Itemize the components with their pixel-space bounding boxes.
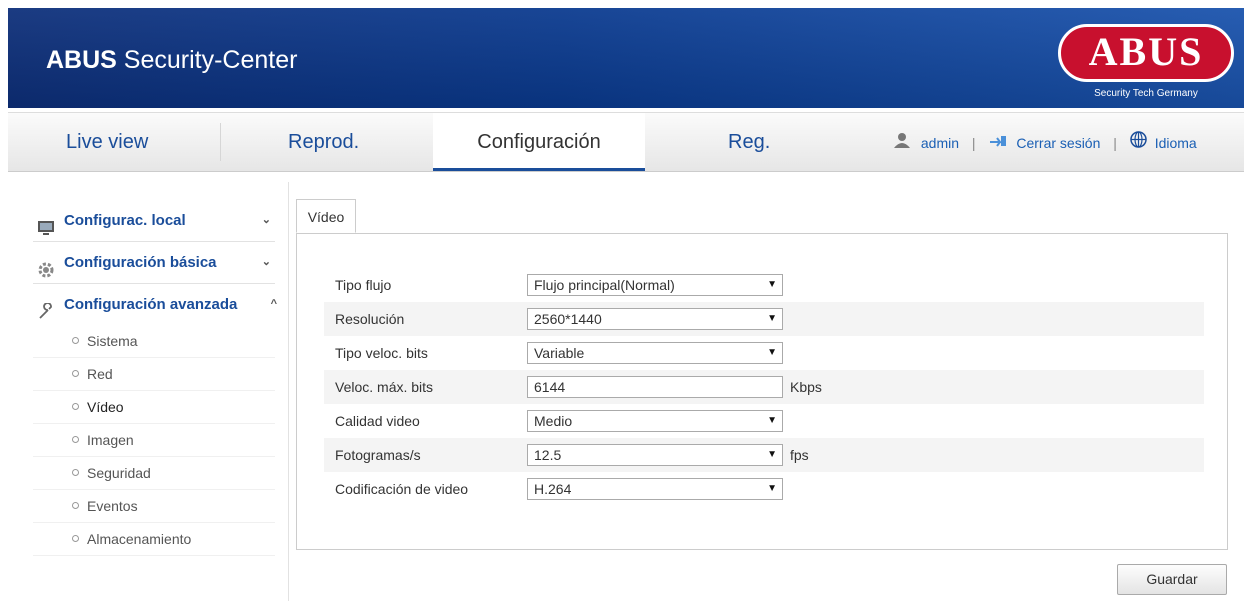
- user-icon: [893, 114, 911, 172]
- user-bar: admin | Cerrar sesión | Idioma: [893, 113, 1197, 171]
- veloc-max-bits-input[interactable]: 6144: [527, 376, 783, 398]
- bullet-icon: [72, 370, 79, 377]
- language-link[interactable]: Idioma: [1155, 135, 1197, 151]
- sidebar-item-imagen[interactable]: Imagen: [33, 424, 275, 457]
- sidebar-divider: [288, 182, 289, 601]
- logout-icon[interactable]: [988, 114, 1008, 172]
- video-settings-panel: Tipo flujo Flujo principal(Normal) ▼ Reso…: [296, 233, 1228, 550]
- tab-live-view[interactable]: Live view: [66, 113, 148, 171]
- bullet-icon: [72, 469, 79, 476]
- bullet-icon: [72, 535, 79, 542]
- fotogramas-select[interactable]: 12.5 ▼: [527, 444, 783, 466]
- gear-icon: [37, 254, 55, 278]
- chevron-down-icon[interactable]: ⌄: [262, 242, 271, 283]
- sidebar-group-configurac-local[interactable]: Configurac. local ⌄: [33, 200, 275, 242]
- sidebar-item-video[interactable]: Vídeo: [33, 391, 275, 424]
- dropdown-arrow-icon: ▼: [767, 313, 777, 324]
- sidebar-item-almacenamiento[interactable]: Almacenamiento: [33, 523, 275, 556]
- dropdown-arrow-icon: ▼: [767, 415, 777, 426]
- username-label[interactable]: admin: [921, 135, 959, 151]
- dropdown-arrow-icon: ▼: [767, 279, 777, 290]
- calidad-video-select[interactable]: Medio ▼: [527, 410, 783, 432]
- unit-label: fps: [790, 447, 809, 463]
- abus-logo: ABUS Security Tech Germany: [1058, 22, 1236, 108]
- field-row-resolucion: Resolución 2560*1440 ▼: [324, 302, 1204, 336]
- field-row-fotogramas: Fotogramas/s 12.5 ▼ fps: [324, 438, 1204, 472]
- content-tabbar: Vídeo: [296, 199, 1228, 234]
- dropdown-arrow-icon: ▼: [767, 483, 777, 494]
- codificacion-select[interactable]: H.264 ▼: [527, 478, 783, 500]
- app-title: ABUS Security-Center: [46, 46, 298, 74]
- logout-link[interactable]: Cerrar sesión: [1016, 135, 1100, 151]
- tipo-veloc-bits-select[interactable]: Variable ▼: [527, 342, 783, 364]
- sidebar-item-red[interactable]: Red: [33, 358, 275, 391]
- tab-reprod[interactable]: Reprod.: [288, 113, 359, 171]
- chevron-up-icon[interactable]: ^: [271, 284, 277, 325]
- globe-icon[interactable]: [1130, 114, 1147, 172]
- sidebar-item-eventos[interactable]: Eventos: [33, 490, 275, 523]
- main-nav: Live view Reprod. Configuración Reg. adm…: [8, 112, 1244, 172]
- sidebar-group-configuracion-avanzada[interactable]: Configuración avanzada ^: [33, 284, 277, 325]
- chevron-down-icon[interactable]: ⌄: [262, 200, 271, 241]
- bullet-icon: [72, 436, 79, 443]
- field-row-tipo-flujo: Tipo flujo Flujo principal(Normal) ▼: [324, 268, 1204, 302]
- field-row-veloc-max-bits: Veloc. máx. bits 6144 Kbps: [324, 370, 1204, 404]
- resolucion-select[interactable]: 2560*1440 ▼: [527, 308, 783, 330]
- dropdown-arrow-icon: ▼: [767, 347, 777, 358]
- unit-label: Kbps: [790, 379, 822, 395]
- bullet-icon: [72, 502, 79, 509]
- header-banner: ABUS Security-Center ABUS Security Tech …: [8, 8, 1244, 108]
- dropdown-arrow-icon: ▼: [767, 449, 777, 460]
- computer-icon: [37, 212, 55, 235]
- bullet-icon: [72, 403, 79, 410]
- field-row-calidad-video: Calidad video Medio ▼: [324, 404, 1204, 438]
- sidebar-item-sistema[interactable]: Sistema: [33, 325, 275, 358]
- save-button[interactable]: Guardar: [1117, 564, 1227, 595]
- tab-video[interactable]: Vídeo: [296, 199, 356, 233]
- sidebar: Configurac. local ⌄ Configuración básica…: [33, 200, 277, 556]
- field-row-codificacion: Codificación de video H.264 ▼: [324, 472, 1204, 506]
- wrench-icon: [37, 296, 55, 319]
- sidebar-item-seguridad[interactable]: Seguridad: [33, 457, 275, 490]
- bullet-icon: [72, 337, 79, 344]
- tab-reg[interactable]: Reg.: [728, 113, 770, 171]
- tipo-flujo-select[interactable]: Flujo principal(Normal) ▼: [527, 274, 783, 296]
- tab-configuracion[interactable]: Configuración: [433, 113, 645, 171]
- sidebar-group-configuracion-basica[interactable]: Configuración básica ⌄: [33, 242, 275, 284]
- field-row-tipo-veloc-bits: Tipo veloc. bits Variable ▼: [324, 336, 1204, 370]
